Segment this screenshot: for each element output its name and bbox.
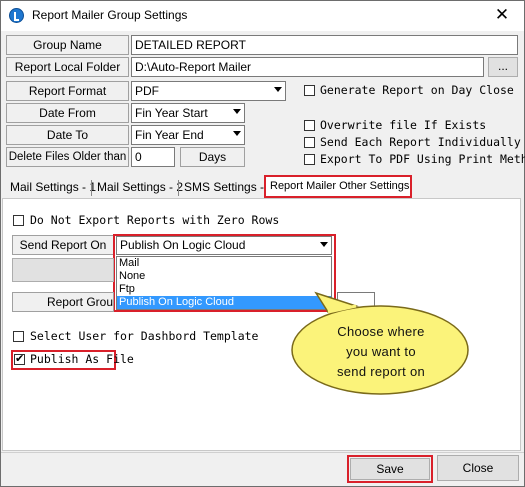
send-individually-label: Send Each Report Individually (320, 135, 521, 149)
blank-button[interactable] (12, 258, 114, 282)
overwrite-file-label: Overwrite file If Exists (320, 118, 487, 132)
date-from-label: Date From (6, 103, 129, 123)
tab-mail-settings-1[interactable]: Mail Settings - 1 (6, 178, 96, 198)
chevron-down-icon (320, 242, 328, 247)
send-report-on-label: Send Report On (12, 235, 114, 255)
export-pdf-print-checkbox[interactable] (304, 154, 315, 165)
no-export-zero-rows-checkbox[interactable] (13, 215, 24, 226)
callout-line-3: send report on (336, 364, 426, 379)
days-label: Days (180, 147, 245, 167)
report-format-label: Report Format (6, 81, 129, 101)
publish-as-file-checkbox[interactable] (14, 352, 25, 365)
date-to-select[interactable]: Fin Year End (131, 125, 245, 145)
report-local-folder-label: Report Local Folder (6, 57, 129, 77)
callout-line-1: Choose where (337, 324, 425, 339)
browse-folder-button[interactable]: ... (488, 57, 518, 77)
tab-divider (91, 180, 92, 196)
report-format-select[interactable]: PDF (131, 81, 286, 101)
date-from-select[interactable]: Fin Year Start (131, 103, 245, 123)
option-mail[interactable]: Mail (117, 257, 331, 270)
report-format-value: PDF (135, 84, 159, 98)
window-title: Report Mailer Group Settings (32, 8, 188, 22)
date-from-value: Fin Year Start (135, 106, 208, 120)
close-window-icon[interactable]: ✕ (488, 4, 516, 26)
delete-files-older-than-label: Delete Files Older than (6, 147, 129, 167)
send-individually-checkbox[interactable] (304, 137, 315, 148)
app-logo-icon (9, 8, 24, 23)
delete-files-days-input[interactable]: 0 (131, 147, 175, 167)
group-name-input[interactable]: DETAILED REPORT (131, 35, 518, 55)
close-button[interactable]: Close (437, 455, 519, 481)
callout-line-2: you want to (346, 344, 416, 359)
chevron-down-icon (274, 87, 282, 92)
report-local-folder-input[interactable]: D:\Auto-Report Mailer (131, 57, 484, 77)
date-to-label: Date To (6, 125, 129, 145)
overwrite-file-checkbox[interactable] (304, 120, 315, 131)
date-to-value: Fin Year End (135, 128, 204, 142)
generate-on-day-close-checkbox[interactable] (304, 85, 315, 96)
generate-on-day-close-label: Generate Report on Day Close (320, 83, 514, 97)
tab-divider (178, 180, 179, 196)
option-none[interactable]: None (117, 270, 331, 283)
tab-mail-settings-2[interactable]: Mail Settings - 2 (93, 178, 183, 198)
save-button[interactable]: Save (350, 458, 430, 480)
select-user-dashboard-checkbox[interactable] (13, 331, 24, 342)
publish-as-file-label: Publish As File (30, 352, 134, 366)
no-export-zero-rows-label: Do Not Export Reports with Zero Rows (30, 213, 280, 227)
send-report-on-select[interactable]: Publish On Logic Cloud (116, 236, 332, 255)
tab-sms-settings[interactable]: SMS Settings -1 (180, 178, 271, 198)
export-pdf-print-label: Export To PDF Using Print Method (320, 152, 525, 166)
select-user-dashboard-label: Select User for Dashbord Template (30, 329, 259, 343)
report-group-label: Report Grou (12, 292, 114, 312)
tab-report-mailer-other-settings[interactable]: Report Mailer Other Settings (264, 175, 412, 198)
report-group-label-text: Report Grou (46, 295, 113, 309)
callout-text: Choose where you want to send report on (312, 322, 450, 382)
send-report-on-value: Publish On Logic Cloud (120, 238, 246, 252)
chevron-down-icon (233, 131, 241, 136)
group-name-label: Group Name (6, 35, 129, 55)
chevron-down-icon (233, 109, 241, 114)
